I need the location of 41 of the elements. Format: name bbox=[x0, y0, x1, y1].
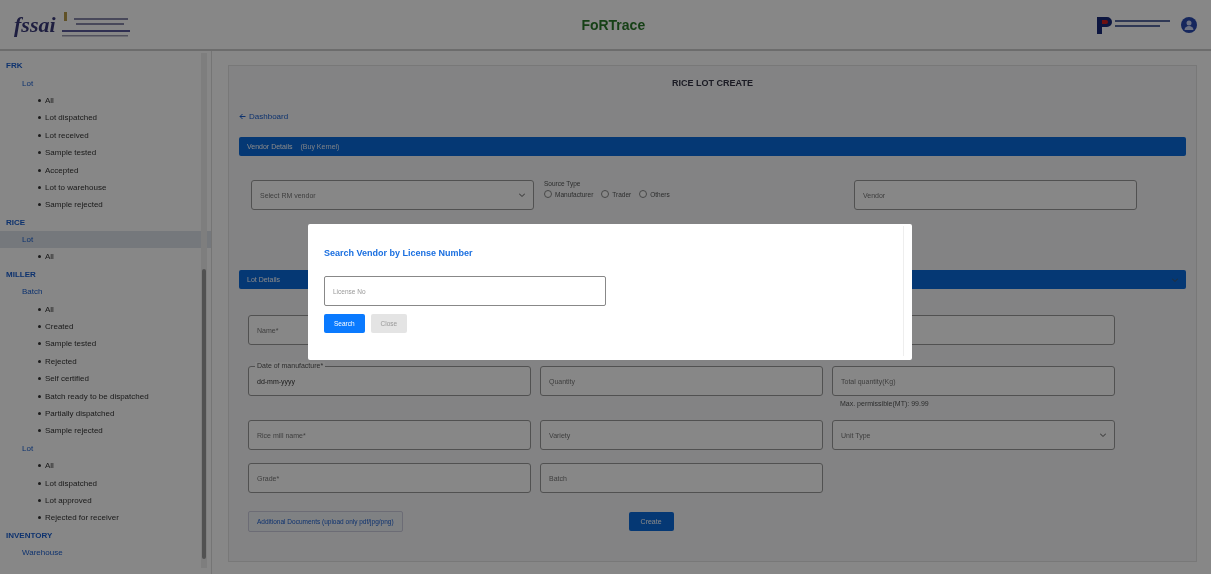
sidebar-item[interactable]: Partially dispatched bbox=[0, 404, 211, 423]
sidebar-item[interactable]: Lot to warehouse bbox=[0, 178, 211, 197]
emblem-drawing bbox=[61, 9, 132, 40]
sidebar-item[interactable]: Rejected for receiver bbox=[0, 509, 211, 527]
sidebar-item[interactable]: All bbox=[0, 248, 211, 266]
sidebar-item[interactable]: RICE bbox=[0, 213, 211, 231]
dialog-title: Search Vendor by License Number bbox=[324, 248, 474, 258]
sidebar-item[interactable]: Lot bbox=[0, 439, 211, 457]
app-title: FoRTrace bbox=[581, 16, 646, 33]
sidebar-item[interactable]: Lot dispatched bbox=[0, 474, 211, 492]
sidebar-item[interactable]: Lot received bbox=[0, 126, 211, 144]
sidebar-item[interactable]: Lot bbox=[0, 230, 211, 249]
back-arrow-icon bbox=[239, 113, 246, 120]
sidebar-item[interactable]: Rejected bbox=[0, 352, 211, 371]
sidebar-item[interactable]: All bbox=[0, 91, 211, 110]
sidebar-item[interactable]: FRK bbox=[0, 57, 211, 75]
sidebar-item[interactable]: Sample rejected bbox=[0, 196, 211, 214]
sidebar-item[interactable]: Self certified bbox=[0, 370, 211, 388]
sidebar-item[interactable]: MILLER bbox=[0, 265, 211, 284]
caret-icon bbox=[1100, 432, 1106, 438]
sidebar-item[interactable]: Sample tested bbox=[0, 143, 211, 162]
back-link[interactable]: Dashboard bbox=[239, 112, 289, 121]
caret-icon bbox=[519, 192, 525, 198]
sidebar-item[interactable]: All bbox=[0, 300, 211, 318]
sidebar-item[interactable]: Warehouse bbox=[0, 543, 211, 562]
sidebar-item[interactable]: Batch ready to be dispatched bbox=[0, 387, 211, 405]
avatar-icon[interactable] bbox=[1181, 16, 1197, 33]
sidebar-item[interactable]: Lot bbox=[0, 74, 211, 92]
sidebar-item[interactable]: Lot approved bbox=[0, 491, 211, 510]
sidebar-item[interactable]: Created bbox=[0, 317, 211, 336]
sidebar-item[interactable]: Sample tested bbox=[0, 335, 211, 353]
scrollbar-thumb[interactable] bbox=[202, 269, 206, 559]
sidebar-item[interactable]: Batch bbox=[0, 283, 211, 301]
sidebar-item[interactable]: Sample rejected bbox=[0, 422, 211, 440]
sidebar-item[interactable]: Accepted bbox=[0, 161, 211, 179]
page-title: RICE LOT CREATE bbox=[671, 78, 754, 88]
logo-text: fssai bbox=[14, 11, 56, 38]
sidebar-item[interactable]: All bbox=[0, 457, 211, 475]
sidebar-item[interactable]: INVENTORY bbox=[0, 526, 211, 544]
caret-icon bbox=[1172, 276, 1178, 283]
sidebar-item[interactable]: Lot dispatched bbox=[0, 109, 211, 127]
